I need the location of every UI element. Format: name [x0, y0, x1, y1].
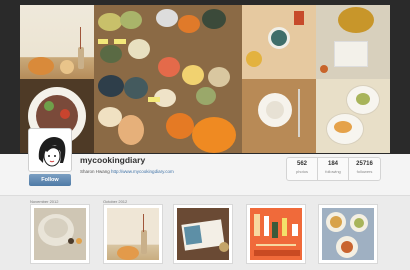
stat-photos[interactable]: 562 photos: [287, 158, 318, 180]
cover-photo-gourds-vase[interactable]: [20, 5, 94, 79]
feed-photo[interactable]: [103, 204, 163, 264]
feed-photo[interactable]: [246, 204, 306, 264]
profile-full-name: Sharon Hwang: [80, 169, 110, 174]
stat-following-count: 184: [327, 161, 338, 167]
profile-stats: 562 photos 184 following 25716 followers: [286, 157, 381, 181]
profile-username: mycookingdiary: [80, 155, 146, 165]
profile-fullname-line: Sharon Hwang http://www.mycookingdiary.c…: [80, 169, 174, 174]
cover-photo-plate-cutlery[interactable]: [242, 79, 316, 153]
cover-photo-flat-lay[interactable]: [242, 5, 316, 79]
cover-photo-flowers-table[interactable]: [316, 5, 390, 79]
profile-header: Follow mycookingdiary Sharon Hwang http:…: [0, 128, 410, 196]
stat-following[interactable]: 184 following: [318, 158, 349, 180]
feed-photo[interactable]: [173, 204, 233, 264]
stat-followers[interactable]: 25716 followers: [349, 158, 380, 180]
feed-photo[interactable]: [30, 204, 90, 264]
stat-following-label: following: [325, 169, 341, 174]
follow-button[interactable]: Follow: [29, 174, 71, 186]
feed-photo[interactable]: [318, 204, 378, 264]
avatar[interactable]: [28, 128, 72, 172]
stat-followers-label: followers: [356, 169, 373, 174]
stat-followers-count: 25716: [356, 161, 373, 167]
cover-photo-breakfast[interactable]: [316, 79, 390, 153]
stat-photos-count: 562: [296, 161, 307, 167]
stat-photos-label: photos: [295, 169, 308, 174]
profile-website-link[interactable]: http://www.mycookingdiary.com: [111, 169, 174, 174]
cover-photo-pumpkin-market[interactable]: [94, 5, 242, 153]
